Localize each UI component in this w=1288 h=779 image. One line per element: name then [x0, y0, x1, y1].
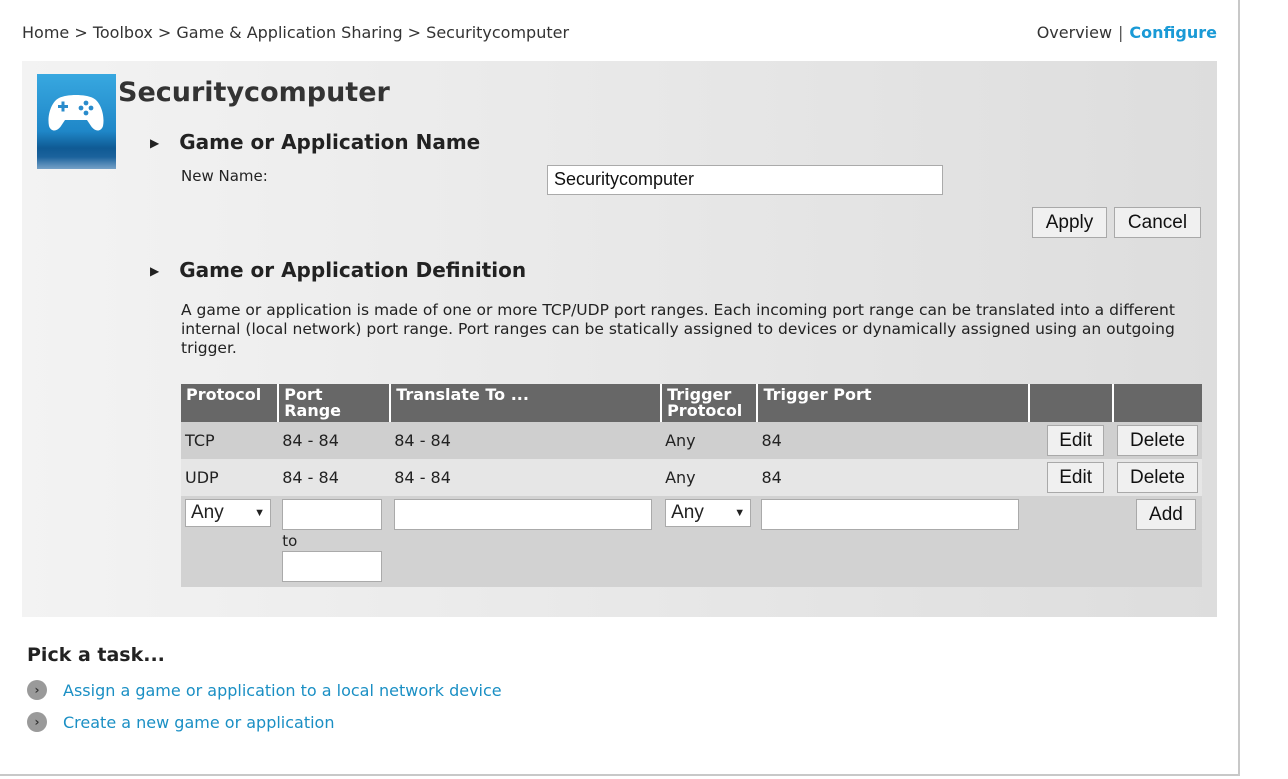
edit-button[interactable]: Edit: [1047, 425, 1105, 456]
edit-cell: Edit: [1029, 459, 1113, 496]
configure-link[interactable]: Configure: [1129, 23, 1217, 42]
trigger-port-cell: 84: [757, 422, 1030, 459]
task-link-create[interactable]: › Create a new game or application: [27, 712, 334, 732]
protocol-select-value: Any: [191, 502, 224, 523]
add-cell: Add: [1112, 496, 1202, 587]
col-header-translate-to: Translate To ...: [390, 384, 663, 422]
port-range-cell: 84 - 84: [278, 422, 391, 459]
overview-link[interactable]: Overview: [1037, 23, 1112, 42]
trigger-protocol-cell: Any: [661, 422, 758, 459]
port-range-cell: 84 - 84: [278, 459, 391, 496]
triangle-right-icon: ▶: [150, 264, 160, 278]
view-nav: Overview | Configure: [1037, 23, 1217, 42]
table-header-row: Protocol Port Range Translate To ... Tri…: [181, 384, 1202, 422]
nav-separator: |: [1118, 23, 1124, 42]
delete-cell: Delete: [1112, 422, 1202, 459]
definition-description: A game or application is made of one or …: [181, 301, 1175, 357]
definition-section-heading: ▶ Game or Application Definition: [150, 258, 526, 282]
page-title: Securitycomputer: [118, 77, 390, 108]
new-protocol-cell: Any ▼: [181, 496, 279, 587]
task-link-label[interactable]: Assign a game or application to a local …: [63, 681, 502, 700]
definition-section-title: Game or Application Definition: [179, 258, 527, 282]
new-trigger-port-cell: [757, 496, 1030, 587]
dropdown-arrow-icon: ▼: [734, 507, 746, 519]
trigger-protocol-select[interactable]: Any ▼: [665, 499, 752, 527]
task-link-assign[interactable]: › Assign a game or application to a local…: [27, 680, 502, 700]
new-trigger-protocol-cell: Any ▼: [661, 496, 758, 587]
new-entry-row: Any ▼ to Any ▼ Add: [181, 496, 1202, 587]
translate-to-cell: 84 - 84: [390, 422, 662, 459]
triangle-right-icon: ▶: [150, 136, 160, 150]
table-row: UDP 84 - 84 84 - 84 Any 84 Edit Delete: [181, 459, 1202, 496]
breadcrumb[interactable]: Home > Toolbox > Game & Application Shar…: [22, 23, 569, 42]
port-table: Protocol Port Range Translate To ... Tri…: [181, 384, 1202, 587]
to-label: to: [282, 532, 298, 550]
trigger-protocol-select-value: Any: [671, 502, 704, 523]
icon-shine: [37, 157, 116, 169]
table-row: TCP 84 - 84 84 - 84 Any 84 Edit Delete: [181, 422, 1202, 459]
trigger-port-input[interactable]: [761, 499, 1020, 530]
translate-to-cell: 84 - 84: [390, 459, 662, 496]
add-button[interactable]: Add: [1135, 499, 1196, 530]
cancel-button[interactable]: Cancel: [1114, 207, 1201, 238]
name-section-heading: ▶ Game or Application Name: [150, 130, 480, 154]
chevron-right-icon: ›: [27, 680, 47, 700]
translate-to-input[interactable]: [394, 499, 653, 530]
delete-button[interactable]: Delete: [1116, 425, 1198, 456]
chevron-right-icon: ›: [27, 712, 47, 732]
task-link-label[interactable]: Create a new game or application: [63, 713, 334, 732]
col-header-protocol: Protocol: [181, 384, 280, 422]
configure-panel: Securitycomputer ▶ Game or Application Na…: [22, 61, 1217, 617]
protocol-cell: TCP: [181, 422, 279, 459]
port-range-end-input[interactable]: [282, 551, 383, 582]
trigger-port-cell: 84: [757, 459, 1030, 496]
port-range-start-input[interactable]: [282, 499, 383, 530]
new-port-range-cell: to: [278, 496, 391, 587]
col-header-blank: [1112, 384, 1202, 422]
name-section-title: Game or Application Name: [179, 130, 481, 154]
protocol-select[interactable]: Any ▼: [185, 499, 271, 527]
apply-button[interactable]: Apply: [1032, 207, 1107, 238]
col-header-blank: [1029, 384, 1114, 422]
col-header-port-range: Port Range: [278, 384, 392, 422]
col-header-trigger-port: Trigger Port: [757, 384, 1031, 422]
dropdown-arrow-icon: ▼: [254, 507, 265, 519]
edit-cell: Edit: [1029, 422, 1113, 459]
new-name-label: New Name:: [181, 167, 268, 185]
trigger-protocol-cell: Any: [661, 459, 758, 496]
delete-button[interactable]: Delete: [1116, 462, 1198, 493]
new-name-input[interactable]: Securitycomputer: [547, 165, 943, 195]
pick-a-task-heading: Pick a task...: [27, 644, 165, 666]
gamepad-icon: [37, 74, 116, 169]
blank-cell: [1029, 496, 1113, 587]
protocol-cell: UDP: [181, 459, 279, 496]
new-translate-cell: [390, 496, 662, 587]
edit-button[interactable]: Edit: [1047, 462, 1105, 493]
col-header-trigger-protocol: Trigger Protocol: [661, 384, 759, 422]
delete-cell: Delete: [1112, 459, 1202, 496]
